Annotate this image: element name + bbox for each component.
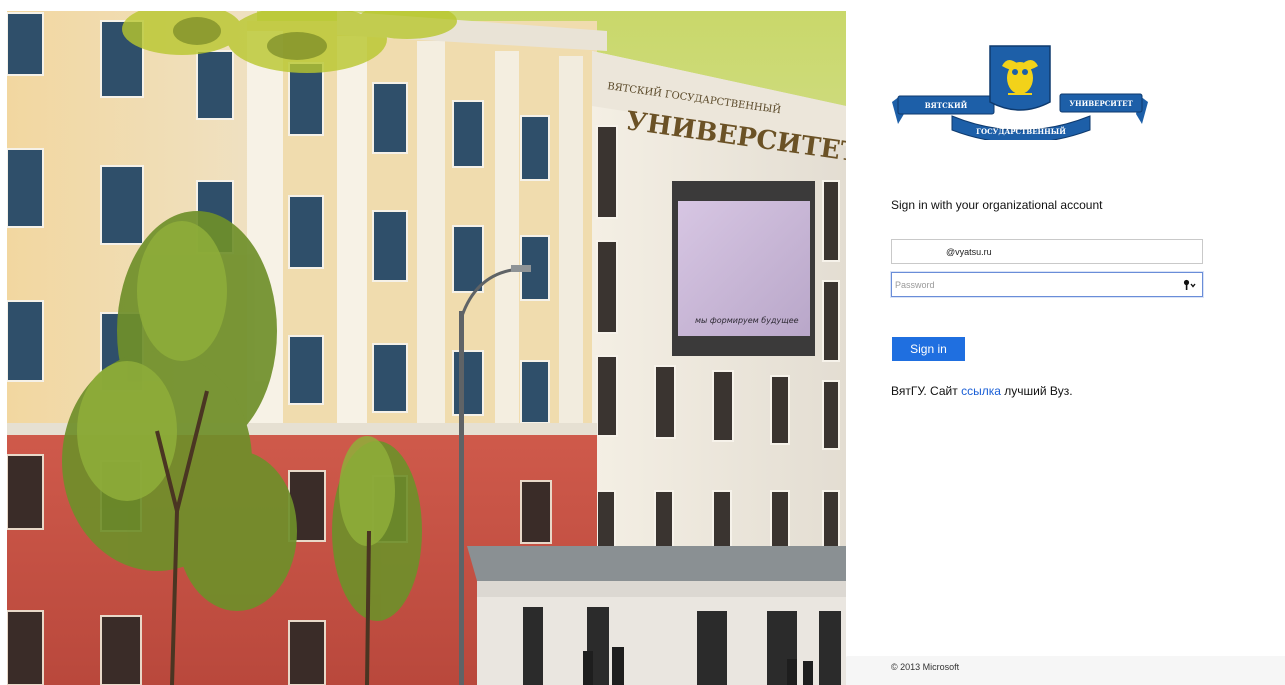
logo-bottom-ribbon: ГОСУДАРСТВЕННЫЙ <box>976 126 1066 136</box>
building-photo: ВЯТСКИЙ ГОСУДАРСТВЕННЫЙ УНИВЕРСИТЕТ мы ф… <box>7 11 846 685</box>
footer-note-prefix: ВятГУ. Сайт <box>891 384 962 398</box>
signin-heading: Sign in with your organizational account <box>891 198 1103 212</box>
footer-note-suffix: лучший Вуз. <box>1000 384 1073 398</box>
email-field[interactable] <box>891 239 1203 264</box>
logo-right-ribbon: УНИВЕРСИТЕТ <box>1069 99 1133 108</box>
logo-left-ribbon: ВЯТСКИЙ <box>925 100 968 110</box>
university-logo: ВЯТСКИЙ УНИВЕРСИТЕТ ГОСУДАРСТВЕННЫЙ <box>892 45 1148 140</box>
footer-note-link[interactable]: ссылка <box>961 384 1001 398</box>
sign-in-button[interactable]: Sign in <box>892 337 965 361</box>
key-icon[interactable] <box>1183 279 1197 291</box>
screen-caption: мы формируем будущее <box>695 316 799 325</box>
footer-note: ВятГУ. Сайт ссылка лучший Вуз. <box>891 384 1073 398</box>
copyright-text: © 2013 Microsoft <box>891 662 960 672</box>
signin-panel: ВЯТСКИЙ УНИВЕРСИТЕТ ГОСУДАРСТВЕННЫЙ Sign… <box>846 0 1285 685</box>
password-field[interactable] <box>891 272 1203 297</box>
